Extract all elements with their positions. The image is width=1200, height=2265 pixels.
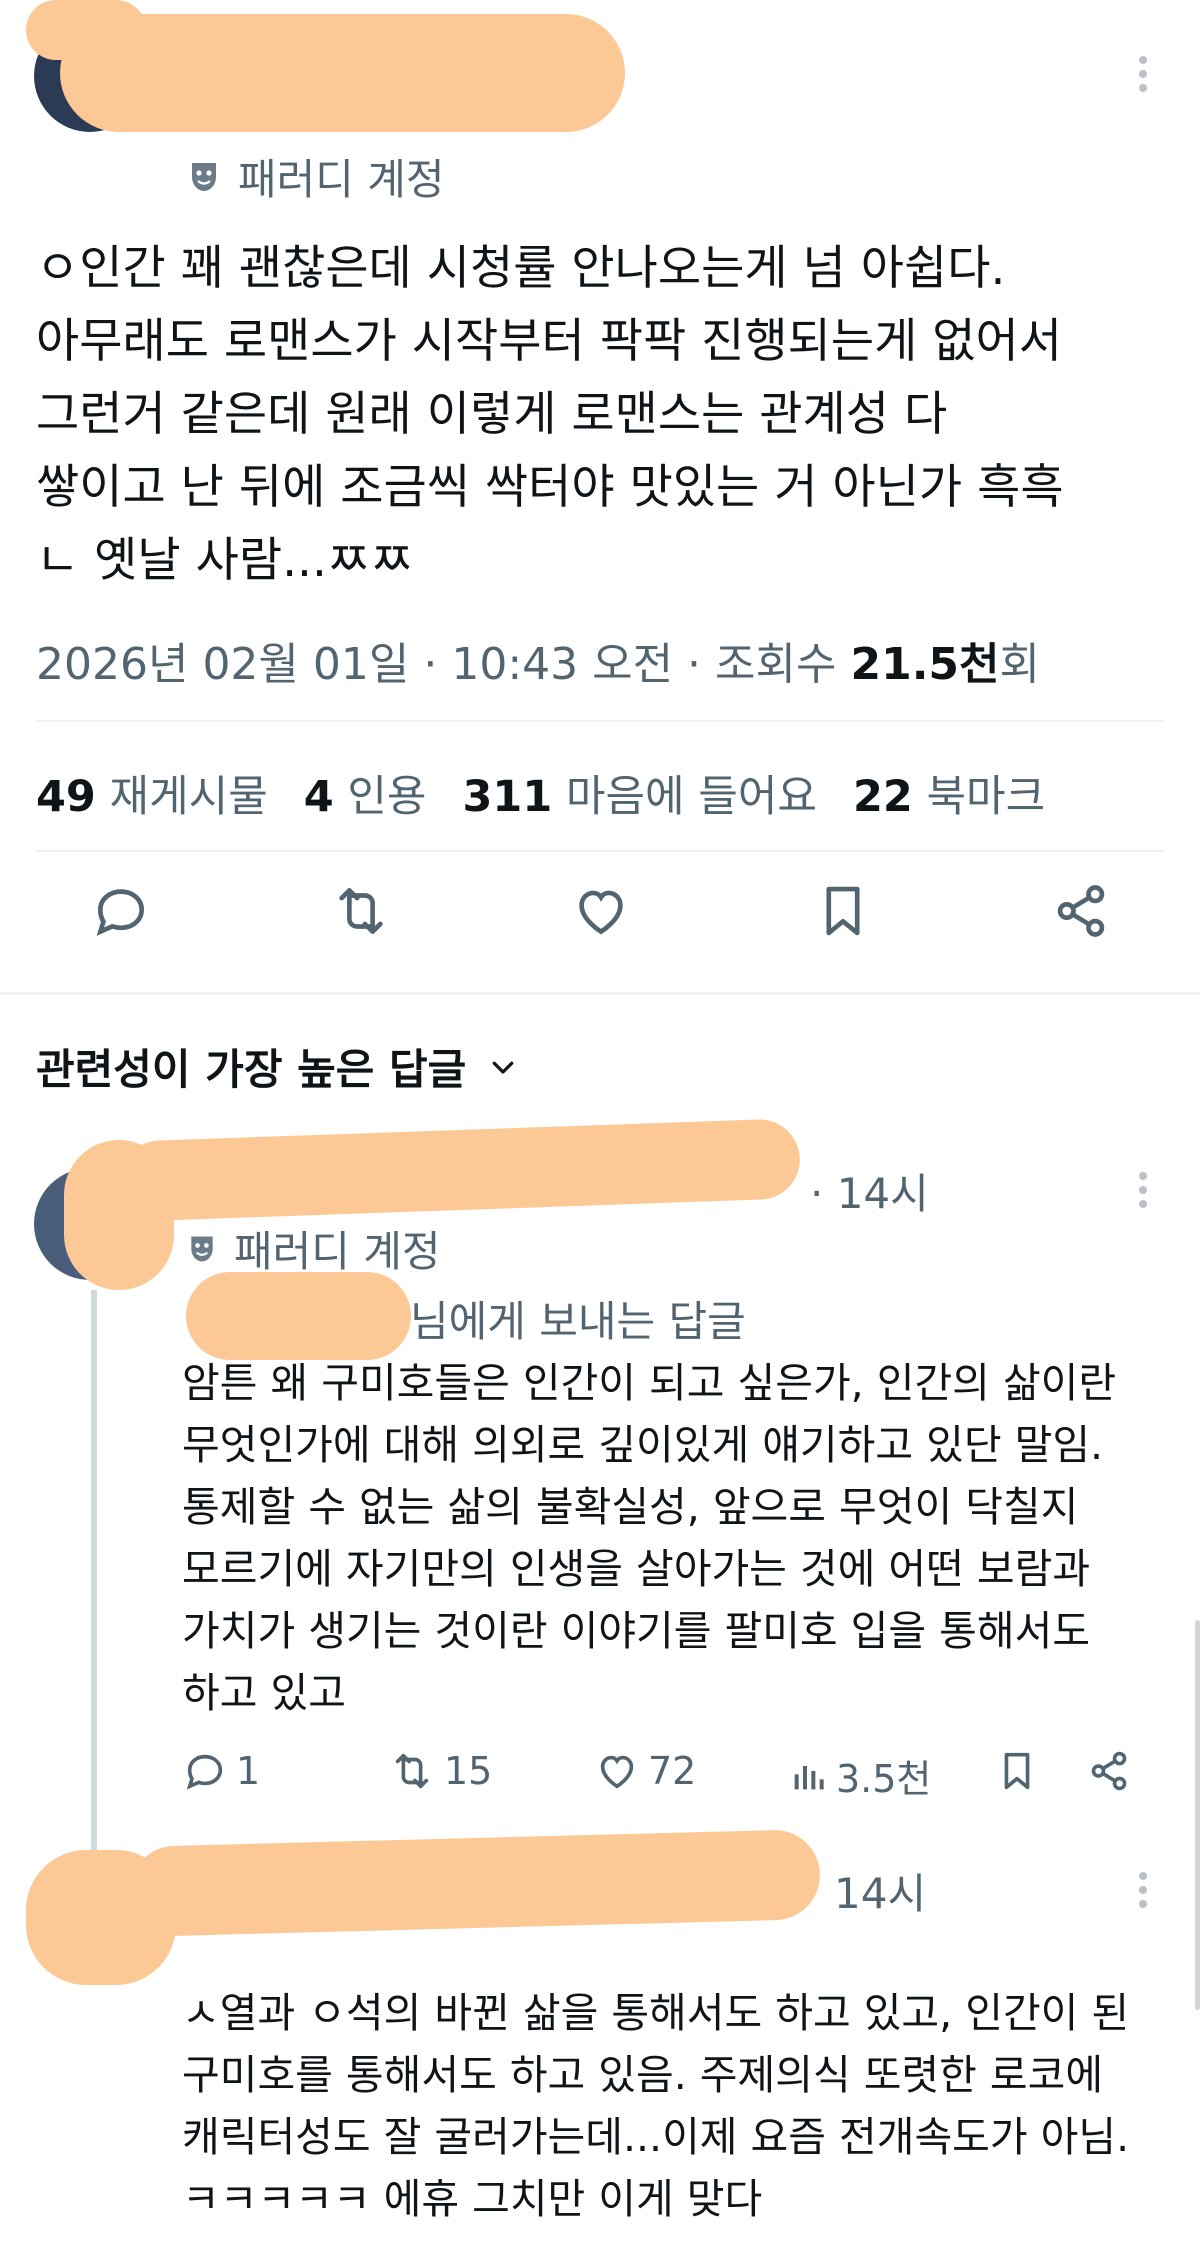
scrollbar[interactable] [1195,1620,1200,2010]
divider [0,992,1200,995]
stat-reposts[interactable]: 49 재게시물 [36,762,268,824]
tweet-timestamp[interactable]: 2026년 02월 01일 · 10:43 오전 · 조회수 [36,639,850,690]
tweet-meta: 2026년 02월 01일 · 10:43 오전 · 조회수 21.5천회 [36,628,1040,692]
divider [36,720,1164,722]
share-button[interactable] [1086,1748,1140,1794]
views-chart-icon [794,1765,824,1789]
theater-mask-icon [192,162,216,191]
redaction-overlay [118,1118,802,1222]
parody-label: 패러디 계정 [238,155,445,204]
share-icon[interactable] [1050,880,1112,946]
theater-mask-icon [191,1236,213,1261]
thread-connector-line [91,1290,97,1855]
like-button[interactable]: 72 [594,1748,696,1794]
more-options-icon[interactable] [1138,1872,1148,1914]
like-count: 72 [648,1749,697,1793]
engagement-stats: 49 재게시물 4 인용 311 마음에 들어요 22 북마크 [36,762,1081,824]
parody-label: 패러디 계정 [234,1227,441,1276]
repost-count: 15 [444,1749,493,1793]
repost-button[interactable]: 15 [388,1748,492,1794]
replies-sort-dropdown[interactable]: 관련성이 가장 높은 답글 [36,1036,518,1097]
like-icon [600,1755,634,1789]
more-options-icon[interactable] [1138,1172,1148,1214]
reply-action-bar: 1 15 72 3.5천 [182,1748,1162,1808]
stat-bookmarks[interactable]: 22 북마크 [853,762,1045,824]
divider [36,850,1164,852]
redaction-overlay [60,14,625,132]
like-icon[interactable] [570,880,632,946]
stat-likes[interactable]: 311 마음에 들어요 [462,762,816,824]
views-button[interactable]: 3.5천 [788,1748,931,1803]
reply-icon[interactable] [90,880,152,946]
redaction-overlay [128,1828,822,1938]
more-options-icon[interactable] [1138,56,1148,98]
reply-to-label: 님에게 보내는 답글 [410,1297,746,1346]
reply-timestamp[interactable]: 14시 [834,1860,926,1921]
tweet-text: ㅇ인간 꽤 괜찮은데 시청률 안나오는게 넘 아쉽다. 아무래도 로맨스가 시작… [36,241,1064,588]
tweet-action-bar [0,880,1200,960]
parody-account-badge: 패러디 계정 [186,1218,441,1279]
reply-timestamp[interactable]: · 14시 [810,1160,929,1221]
reply-icon [186,1754,223,1790]
reply-text: 암튼 왜 구미호들은 인간이 되고 싶은가, 인간의 삶이란 무엇인가에 대해 … [182,1359,1117,1717]
share-icon [1091,1751,1127,1791]
chevron-down-icon [492,1061,514,1074]
retweet-icon[interactable] [328,880,394,946]
parody-account-badge: 패러디 계정 [186,146,445,207]
view-count: 3.5천 [836,1757,932,1801]
bookmark-icon [1004,1752,1030,1790]
stat-quotes[interactable]: 4 인용 [304,762,427,824]
redaction-overlay [186,1272,411,1360]
bookmark-icon[interactable] [812,880,874,946]
reply-count: 1 [236,1749,261,1793]
replies-sort-label: 관련성이 가장 높은 답글 [36,1045,467,1094]
view-count: 21.5천 [850,639,1000,690]
reply-text: ㅅ열과 ㅇ석의 바뀐 삶을 통해서도 하고 있고, 인간이 된 구미호를 통해서… [182,1989,1130,2223]
reply-button[interactable]: 1 [182,1748,260,1794]
view-count-suffix: 회 [999,639,1040,690]
bookmark-button[interactable] [994,1748,1048,1794]
retweet-icon [395,1753,429,1789]
